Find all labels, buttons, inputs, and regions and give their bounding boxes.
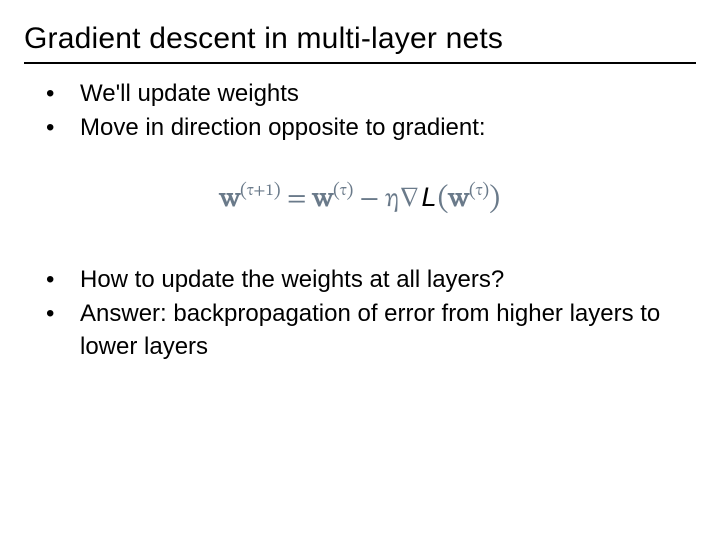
eq-w: w xyxy=(220,186,240,213)
eq-big-lparen: ( xyxy=(438,184,449,215)
eq-w: w xyxy=(313,186,333,213)
eq-equals: = xyxy=(281,186,313,213)
equation: w(τ+1) = w(τ) − η∇L(w(τ)) xyxy=(220,186,500,213)
eq-nabla: ∇ xyxy=(399,186,419,213)
bullet-item: Answer: backpropagation of error from hi… xyxy=(46,298,696,363)
bullet-list-bottom: How to update the weights at all layers?… xyxy=(46,264,696,363)
slide-title: Gradient descent in multi-layer nets xyxy=(24,18,696,64)
eq-eta: η xyxy=(385,186,399,213)
bullet-item: How to update the weights at all layers? xyxy=(46,264,696,296)
eq-minus: − xyxy=(353,186,385,213)
slide: Gradient descent in multi-layer nets We'… xyxy=(0,0,720,540)
bullet-item: Move in direction opposite to gradient: xyxy=(46,112,696,144)
eq-big-rparen: ) xyxy=(489,184,500,215)
bullet-list-top: We'll update weights Move in direction o… xyxy=(46,78,696,145)
bullet-item: We'll update weights xyxy=(46,78,696,110)
eq-loss-L: L xyxy=(419,182,437,212)
eq-w: w xyxy=(449,186,469,213)
equation-block: w(τ+1) = w(τ) − η∇L(w(τ)) xyxy=(24,179,696,218)
